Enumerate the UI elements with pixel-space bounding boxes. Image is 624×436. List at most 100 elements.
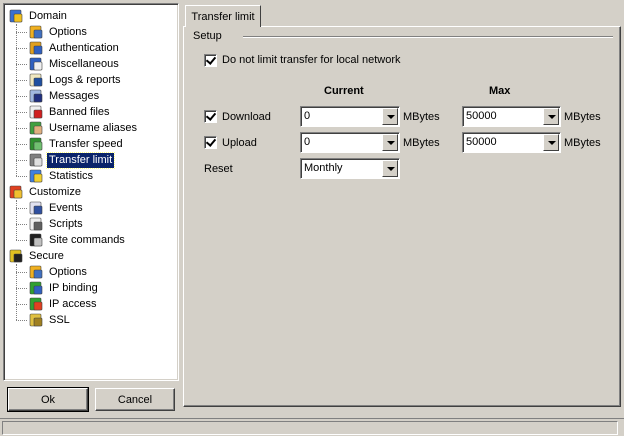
tree-item-transfer-limit[interactable]: Transfer limit <box>28 151 116 169</box>
upload-checkbox[interactable] <box>204 136 217 149</box>
ip-binding-icon <box>28 280 44 296</box>
tree-connector <box>16 288 27 289</box>
logs-icon <box>28 72 44 88</box>
messages-icon <box>28 88 44 104</box>
tree-connector <box>16 320 27 321</box>
tree-item-events[interactable]: Events <box>28 200 85 216</box>
cancel-button[interactable]: Cancel <box>95 388 175 411</box>
tree-connector <box>16 304 27 305</box>
download-checkbox[interactable] <box>204 110 217 123</box>
tree-item-scripts[interactable]: Scripts <box>28 216 85 232</box>
no-limit-local-label: Do not limit transfer for local network <box>222 54 401 66</box>
tree-item-options[interactable]: Options <box>28 24 89 40</box>
tree-item-banned-files[interactable]: Banned files <box>28 104 112 120</box>
tree-item-label: Transfer speed <box>49 137 123 150</box>
setup-group-line <box>243 36 613 38</box>
download-max-unit: MBytes <box>564 111 601 123</box>
domain-globe-icon <box>8 8 24 24</box>
tree-item-label: Statistics <box>49 169 94 182</box>
download-label: Download <box>222 111 271 123</box>
tree-item-label: Customize <box>29 185 81 198</box>
scripts-icon <box>28 216 44 232</box>
tree-item-label: Logs & reports <box>49 73 121 86</box>
tree-item-ssl[interactable]: SSL <box>28 312 72 328</box>
tree-item-messages[interactable]: Messages <box>28 88 101 104</box>
tree-item-label: IP binding <box>49 281 98 294</box>
download-max-value: 50000 <box>466 110 497 122</box>
tree-item-label: Secure <box>29 249 64 262</box>
tab-transfer-limit[interactable]: Transfer limit <box>185 5 261 27</box>
download-current-value: 0 <box>304 110 311 122</box>
tree-item-label: Authentication <box>49 41 119 54</box>
chevron-down-icon[interactable] <box>382 160 398 177</box>
upload-max-combo[interactable]: 50000 <box>462 132 561 153</box>
tree-connector <box>16 80 27 81</box>
tree-connector <box>16 208 27 209</box>
customize-icon <box>8 184 24 200</box>
tree-connector <box>16 48 27 49</box>
no-limit-local-checkbox[interactable] <box>204 54 217 67</box>
tree-item-logs-reports[interactable]: Logs & reports <box>28 72 123 88</box>
ip-access-icon <box>28 296 44 312</box>
tree-item-transfer-speed[interactable]: Transfer speed <box>28 136 125 152</box>
transfer-speed-icon <box>28 136 44 152</box>
tree-item-customize[interactable]: Customize <box>8 184 83 200</box>
tree-item-label: IP access <box>49 297 97 310</box>
tree-connector <box>16 264 17 320</box>
reset-combo[interactable]: Monthly <box>300 158 400 179</box>
tree-connector <box>16 144 27 145</box>
download-current-unit: MBytes <box>403 111 440 123</box>
tree-item-label: Messages <box>49 89 100 102</box>
tree-item-ip-binding[interactable]: IP binding <box>28 280 100 296</box>
ok-button[interactable]: Ok <box>7 387 89 412</box>
upload-max-unit: MBytes <box>564 137 601 149</box>
download-max-combo[interactable]: 50000 <box>462 106 561 127</box>
tree-item-miscellaneous[interactable]: Miscellaneous <box>28 56 121 72</box>
tree-item-authentication[interactable]: Authentication <box>28 40 121 56</box>
tree-item-label: SSL <box>49 313 70 326</box>
upload-max-value: 50000 <box>466 136 497 148</box>
settings-tree[interactable]: Domain Options Authentication Miscellaneous… <box>3 3 179 381</box>
secure-lock-icon <box>8 248 24 264</box>
tree-item-secure[interactable]: Secure <box>8 248 66 264</box>
chevron-down-icon[interactable] <box>543 134 559 151</box>
chevron-down-icon[interactable] <box>382 108 398 125</box>
chevron-down-icon[interactable] <box>543 108 559 125</box>
upload-current-value: 0 <box>304 136 311 148</box>
tree-item-label: Site commands <box>49 233 125 246</box>
options-icon <box>28 24 44 40</box>
tree-item-label: Events <box>49 201 83 214</box>
tab-panel <box>183 26 621 407</box>
setup-group-label: Setup <box>193 30 226 42</box>
upload-current-unit: MBytes <box>403 137 440 149</box>
tree-item-site-commands[interactable]: Site commands <box>28 232 127 248</box>
key-icon <box>28 312 44 328</box>
tree-connector <box>16 224 27 225</box>
tree-item-secure-options[interactable]: Options <box>28 264 89 280</box>
tree-item-ip-access[interactable]: IP access <box>28 296 99 312</box>
tree-item-label: Transfer limit <box>45 151 116 169</box>
upload-current-combo[interactable]: 0 <box>300 132 400 153</box>
miscellaneous-icon <box>28 56 44 72</box>
reset-value: Monthly <box>304 162 343 174</box>
current-header: Current <box>324 85 364 97</box>
tree-item-domain[interactable]: Domain <box>8 8 69 24</box>
tree-item-username-aliases[interactable]: Username aliases <box>28 120 139 136</box>
transfer-limit-icon <box>28 152 44 168</box>
tree-connector <box>16 128 27 129</box>
download-current-combo[interactable]: 0 <box>300 106 400 127</box>
tree-item-label: Options <box>49 25 87 38</box>
tree-item-statistics[interactable]: Statistics <box>28 168 95 184</box>
banned-files-icon <box>28 104 44 120</box>
tree-connector <box>16 272 27 273</box>
authentication-icon <box>28 40 44 56</box>
upload-label: Upload <box>222 137 257 149</box>
tree-connector <box>16 240 27 241</box>
chevron-down-icon[interactable] <box>382 134 398 151</box>
tab-label: Transfer limit <box>191 10 255 23</box>
events-icon <box>28 200 44 216</box>
tree-connector <box>16 112 27 113</box>
console-icon <box>28 232 44 248</box>
options-icon <box>28 264 44 280</box>
tree-item-label: Banned files <box>49 105 110 118</box>
